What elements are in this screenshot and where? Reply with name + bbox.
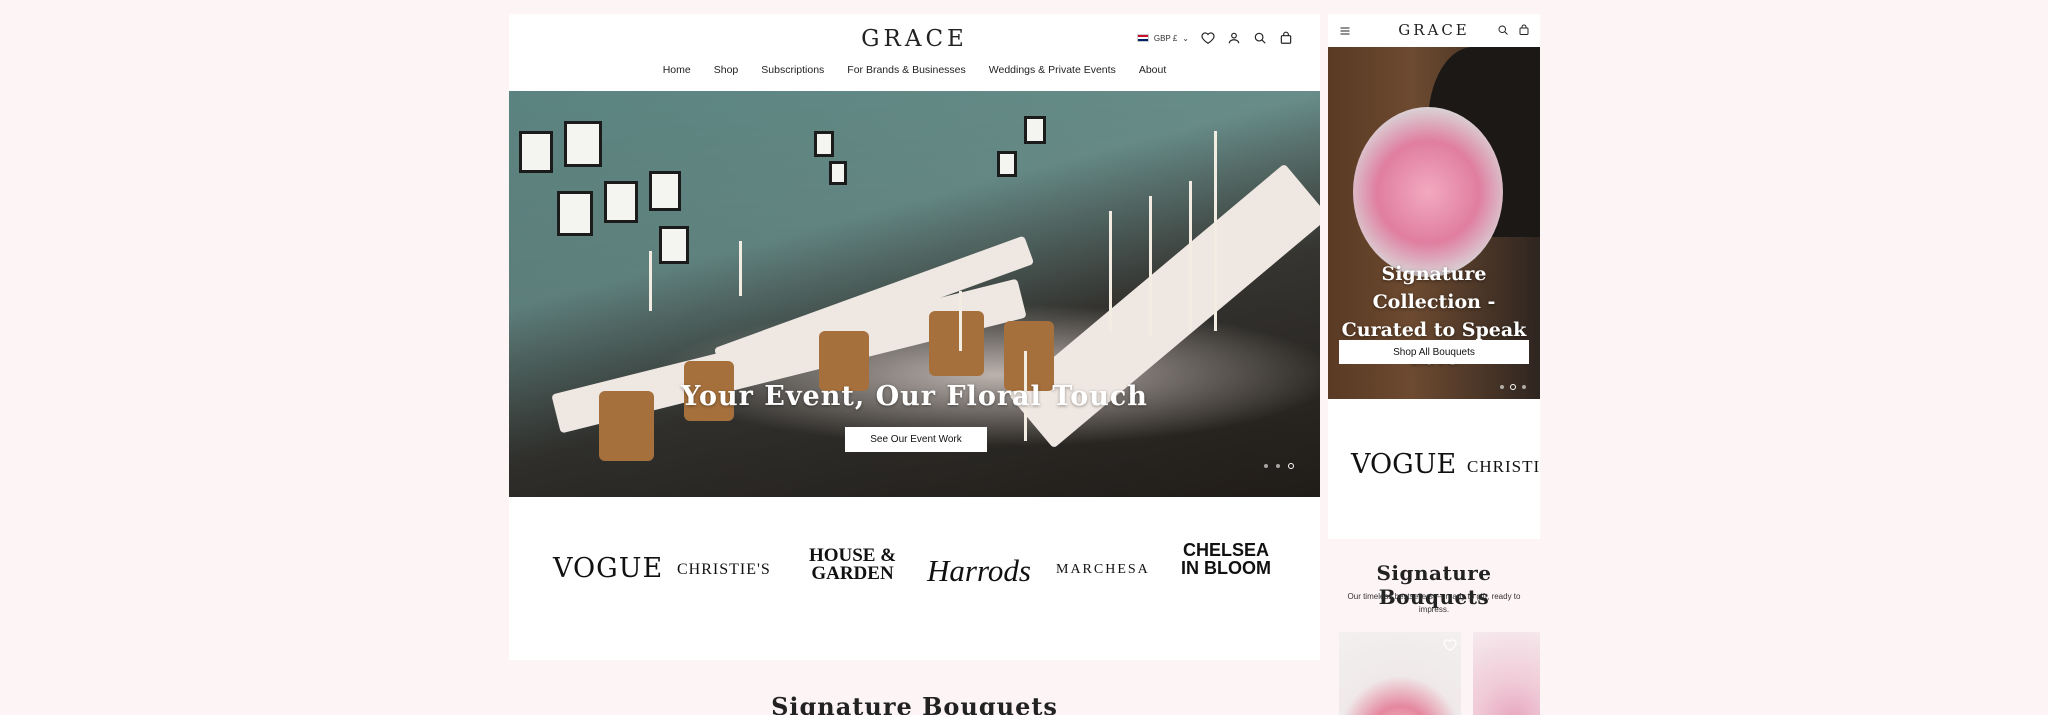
carousel-dots [1500, 384, 1526, 390]
carousel-dot[interactable] [1264, 464, 1268, 468]
press-logo-christies: CHRISTIE'S [677, 561, 771, 578]
carousel-dot-active[interactable] [1510, 384, 1516, 390]
nav-item-subscriptions[interactable]: Subscriptions [761, 64, 824, 76]
heart-icon[interactable] [1201, 31, 1215, 45]
mobile-header: GRACE [1328, 14, 1540, 47]
mobile-preview: GRACE Signature Collection - Curated to … [1328, 14, 1540, 715]
press-logo-chelsea-in-bloom: CHELSEA IN BLOOM [1181, 540, 1271, 578]
carousel-dot[interactable] [1276, 464, 1280, 468]
press-logo-vogue: VOGUE [553, 553, 664, 584]
nav-item-shop[interactable]: Shop [714, 64, 739, 76]
press-logo-house-garden: HOUSE & GARDEN [808, 545, 897, 584]
carousel-dot[interactable] [1522, 385, 1526, 389]
header-actions [1497, 24, 1530, 36]
see-event-work-button[interactable]: See Our Event Work [845, 427, 987, 452]
hero-title: Your Event, Our Floral Touch [681, 381, 1148, 412]
bag-icon[interactable] [1279, 31, 1293, 45]
hero-banner: Your Event, Our Floral Touch See Our Eve… [509, 91, 1320, 497]
carousel-dot[interactable] [1500, 385, 1504, 389]
nav-item-brands[interactable]: For Brands & Businesses [847, 64, 965, 76]
shop-all-bouquets-button[interactable]: Shop All Bouquets [1339, 340, 1529, 364]
hero-banner: Signature Collection - Curated to Speak … [1328, 47, 1540, 399]
desktop-preview: GRACE GBP £ ⌄ Home Shop Subscriptions Fo… [509, 14, 1320, 715]
nav-item-home[interactable]: Home [663, 64, 691, 76]
section-subtitle: Our timeless bestsellers — ready to gift… [1347, 592, 1521, 614]
chevron-down-icon: ⌄ [1182, 33, 1189, 43]
bag-icon[interactable] [1518, 24, 1530, 36]
press-logos: VOGUE CHRISTIE'S HOUSE & GARDEN Harrods … [509, 497, 1320, 660]
user-icon[interactable] [1227, 31, 1241, 45]
press-logos: VOGUE CHRISTIE [1328, 399, 1540, 539]
desktop-header: GRACE GBP £ ⌄ Home Shop Subscriptions Fo… [509, 14, 1320, 91]
press-logo-christies: CHRISTIE [1467, 457, 1540, 476]
press-logo-vogue: VOGUE [1351, 449, 1457, 480]
search-icon[interactable] [1497, 24, 1509, 36]
main-nav: Home Shop Subscriptions For Brands & Bus… [509, 64, 1320, 76]
heart-icon[interactable] [1443, 638, 1457, 652]
uk-flag-icon [1136, 34, 1149, 42]
nav-item-weddings[interactable]: Weddings & Private Events [989, 64, 1116, 76]
hero-image-bouquet [1353, 107, 1503, 277]
product-card[interactable] [1339, 632, 1461, 715]
currency-label: GBP £ [1153, 33, 1178, 43]
product-card[interactable] [1473, 632, 1540, 715]
press-logo-harrods: Harrods [927, 553, 1031, 588]
press-logo-marchesa: MARCHESA [1056, 562, 1150, 577]
header-actions: GBP £ ⌄ [1136, 31, 1293, 45]
currency-selector[interactable]: GBP £ ⌄ [1136, 33, 1189, 43]
section-title: Signature Bouquets [771, 692, 1058, 715]
carousel-dot-active[interactable] [1288, 463, 1294, 469]
nav-item-about[interactable]: About [1139, 64, 1166, 76]
carousel-dots [1264, 463, 1294, 469]
search-icon[interactable] [1253, 31, 1267, 45]
